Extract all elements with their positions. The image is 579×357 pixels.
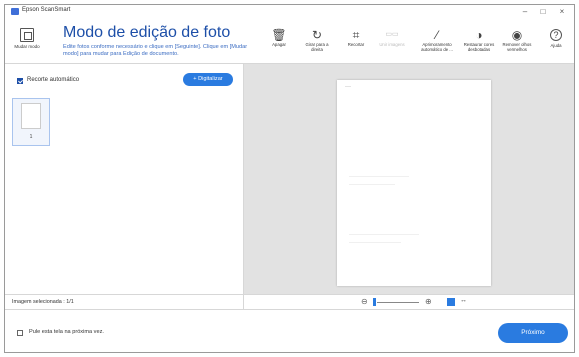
change-mode-icon: [20, 28, 34, 42]
restore-colors-label: Restaurar cores desbotadas: [463, 42, 495, 52]
merge-images-label: Unir imagens: [379, 42, 405, 47]
app-logo-icon: [11, 8, 19, 15]
auto-crop-label: Recorte automático: [27, 77, 80, 83]
zoom-slider[interactable]: [377, 302, 419, 303]
trash-icon: 🗑: [271, 28, 287, 42]
preview-area: [244, 64, 574, 294]
color-restore-icon: ◑: [475, 28, 483, 42]
window-title: Epson ScanSmart: [22, 7, 71, 13]
restore-colors-button[interactable]: ◑ Restaurar cores desbotadas: [460, 28, 498, 52]
delete-label: Apagar: [272, 42, 286, 47]
thumbnail-panel: Recorte automático + Digitalizar 1: [5, 64, 244, 310]
auto-enhance-button[interactable]: ⁄ Aprimoramento automático de ...: [415, 28, 459, 52]
close-button[interactable]: ×: [555, 6, 569, 17]
merge-images-button[interactable]: ▭▭ Unir imagens: [375, 28, 409, 47]
thumbnail-number: 1: [29, 134, 33, 140]
magic-wand-icon: ⁄: [435, 28, 438, 42]
minimize-button[interactable]: –: [518, 6, 532, 17]
fit-page-icon[interactable]: [447, 298, 455, 306]
skip-screen-checkbox[interactable]: [17, 330, 23, 336]
fit-width-icon[interactable]: ↔: [460, 297, 467, 304]
change-mode-label: Mudar modo: [14, 44, 40, 49]
help-icon: ?: [550, 29, 562, 41]
status-bar: Imagem selecionada : 1/1 ⊖ ⊕ ↔: [5, 294, 574, 310]
toolbar: Mudar modo Modo de edição de foto Edite …: [5, 19, 574, 64]
page-description: Edite fotos conforme necessário e clique…: [63, 44, 248, 57]
help-button[interactable]: ? Ajuda: [545, 28, 567, 48]
crop-icon: ⌗: [352, 28, 360, 42]
rotate-right-button[interactable]: ↻ Girar para a direita: [300, 28, 334, 52]
skip-screen-label: Pule esta tela na próxima vez.: [29, 329, 104, 335]
scanned-page-preview: [337, 80, 491, 286]
auto-enhance-label: Aprimoramento automático de ...: [421, 42, 453, 52]
remove-red-eye-label: Remover olhos vermelhos: [502, 42, 532, 52]
app-window: Epson ScanSmart – □ × Mudar modo Modo de…: [4, 4, 575, 353]
zoom-out-icon[interactable]: ⊖: [361, 297, 368, 306]
zoom-slider-thumb[interactable]: [373, 298, 376, 306]
help-label: Ajuda: [550, 43, 562, 48]
auto-crop-checkbox[interactable]: [17, 78, 23, 84]
scan-button[interactable]: + Digitalizar: [183, 73, 233, 86]
change-mode-button[interactable]: Mudar modo: [11, 28, 43, 49]
selected-count: Imagem selecionada : 1/1: [12, 299, 74, 305]
maximize-button[interactable]: □: [536, 6, 550, 17]
rotate-right-label: Girar para a direita: [305, 42, 329, 52]
merge-images-icon: ▭▭: [385, 31, 399, 38]
rotate-right-icon: ↻: [311, 28, 323, 42]
delete-button[interactable]: 🗑 Apagar: [267, 28, 291, 47]
crop-label: Recortar: [347, 42, 365, 47]
remove-red-eye-button[interactable]: ◉ Remover olhos vermelhos: [499, 28, 535, 52]
zoom-in-icon[interactable]: ⊕: [425, 297, 432, 306]
page-thumbnail[interactable]: 1: [12, 98, 50, 146]
eye-icon: ◉: [511, 28, 523, 42]
crop-button[interactable]: ⌗ Recortar: [341, 28, 371, 47]
page-title: Modo de edição de foto: [63, 24, 231, 41]
next-button[interactable]: Próximo: [498, 323, 568, 343]
title-bar: Epson ScanSmart – □ ×: [5, 5, 574, 19]
thumbnail-image: [21, 103, 41, 129]
